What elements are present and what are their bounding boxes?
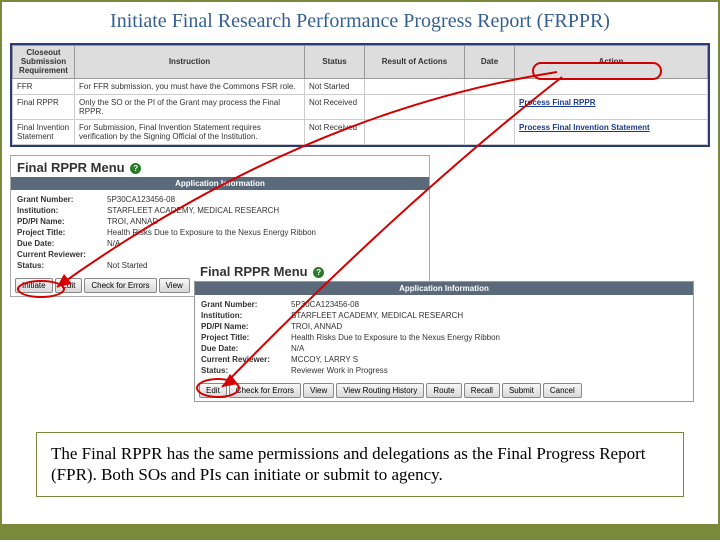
table-row: Final RPPR Only the SO or the PI of the … — [13, 95, 708, 120]
col-result: Result of Actions — [365, 46, 465, 79]
final-rppr-panel-2: Final RPPR Menu ? Application Informatio… — [194, 262, 694, 402]
bottom-accent-bar — [2, 524, 718, 538]
info-value: Health Risks Due to Exposure to the Nexu… — [291, 333, 687, 342]
info-value: 5P30CA123456-08 — [291, 300, 687, 309]
col-status: Status — [305, 46, 365, 79]
info-row: PD/PI Name:TROI, ANNAD — [17, 216, 423, 227]
info-value — [107, 250, 423, 259]
info-row: Grant Number:5P30CA123456-08 — [201, 299, 687, 310]
app-info-bar: Application Information — [195, 282, 693, 295]
col-requirement: Closeout Submission Requirement — [13, 46, 75, 79]
info-grid: Grant Number:5P30CA123456-08Institution:… — [195, 295, 693, 380]
info-value: 5P30CA123456-08 — [107, 195, 423, 204]
info-label: Due Date: — [201, 344, 291, 353]
table-header-row: Closeout Submission Requirement Instruct… — [13, 46, 708, 79]
info-row: Current Reviewer: — [17, 249, 423, 260]
panel-title: Final RPPR Menu ? — [194, 262, 694, 281]
info-label: Project Title: — [17, 228, 107, 237]
info-value: MCCOY, LARRY S — [291, 355, 687, 364]
info-label: Grant Number: — [201, 300, 291, 309]
info-label: PD/PI Name: — [201, 322, 291, 331]
info-value: N/A — [291, 344, 687, 353]
callout-text: The Final RPPR has the same permissions … — [36, 432, 684, 497]
info-value: STARFLEET ACADEMY, MEDICAL RESEARCH — [107, 206, 423, 215]
edit-button[interactable]: Edit — [199, 383, 227, 398]
initiate-button[interactable]: Initiate — [15, 278, 53, 293]
edit-button[interactable]: Edit — [55, 278, 83, 293]
table-row: Final Invention Statement For Submission… — [13, 120, 708, 145]
info-value: TROI, ANNAD — [107, 217, 423, 226]
info-row: Project Title:Health Risks Due to Exposu… — [17, 227, 423, 238]
info-label: Status: — [17, 261, 107, 270]
info-value: TROI, ANNAD — [291, 322, 687, 331]
view-button[interactable]: View — [159, 278, 190, 293]
info-row: Due Date:N/A — [17, 238, 423, 249]
info-row: Grant Number:5P30CA123456-08 — [17, 194, 423, 205]
process-final-rppr-link[interactable]: Process Final RPPR — [519, 98, 595, 107]
view-button[interactable]: View — [303, 383, 334, 398]
info-value: Health Risks Due to Exposure to the Nexu… — [107, 228, 423, 237]
closeout-table: Closeout Submission Requirement Instruct… — [10, 43, 710, 147]
info-label: Grant Number: — [17, 195, 107, 204]
info-row: Current Reviewer:MCCOY, LARRY S — [201, 354, 687, 365]
info-label: Status: — [201, 366, 291, 375]
info-label: Project Title: — [201, 333, 291, 342]
info-row: Institution:STARFLEET ACADEMY, MEDICAL R… — [201, 310, 687, 321]
cancel-button[interactable]: Cancel — [543, 383, 582, 398]
info-row: Project Title:Health Risks Due to Exposu… — [201, 332, 687, 343]
help-icon[interactable]: ? — [313, 267, 324, 278]
route-button[interactable]: Route — [426, 383, 461, 398]
page-title: Initiate Final Research Performance Prog… — [2, 2, 718, 39]
info-label: Current Reviewer: — [201, 355, 291, 364]
info-label: PD/PI Name: — [17, 217, 107, 226]
help-icon[interactable]: ? — [130, 163, 141, 174]
info-row: Institution:STARFLEET ACADEMY, MEDICAL R… — [17, 205, 423, 216]
col-instruction: Instruction — [75, 46, 305, 79]
info-label: Institution: — [17, 206, 107, 215]
info-value: N/A — [107, 239, 423, 248]
check-for-errors-button[interactable]: Check for Errors — [84, 278, 156, 293]
panel-title: Final RPPR Menu ? — [11, 156, 429, 177]
info-row: PD/PI Name:TROI, ANNAD — [201, 321, 687, 332]
process-final-invention-link[interactable]: Process Final Invention Statement — [519, 123, 650, 132]
info-value: Reviewer Work in Progress — [291, 366, 687, 375]
info-label: Due Date: — [17, 239, 107, 248]
info-label: Current Reviewer: — [17, 250, 107, 259]
button-row: EditCheck for ErrorsViewView Routing His… — [195, 380, 693, 401]
info-label: Institution: — [201, 311, 291, 320]
table-row: FFR For FFR submission, you must have th… — [13, 79, 708, 95]
app-info-bar: Application Information — [11, 177, 429, 190]
info-value: STARFLEET ACADEMY, MEDICAL RESEARCH — [291, 311, 687, 320]
submit-button[interactable]: Submit — [502, 383, 541, 398]
info-row: Status:Reviewer Work in Progress — [201, 365, 687, 376]
recall-button[interactable]: Recall — [464, 383, 500, 398]
col-date: Date — [465, 46, 515, 79]
check-for-errors-button[interactable]: Check for Errors — [229, 383, 301, 398]
col-action: Action — [515, 46, 708, 79]
view-routing-history-button[interactable]: View Routing History — [336, 383, 424, 398]
info-row: Due Date:N/A — [201, 343, 687, 354]
